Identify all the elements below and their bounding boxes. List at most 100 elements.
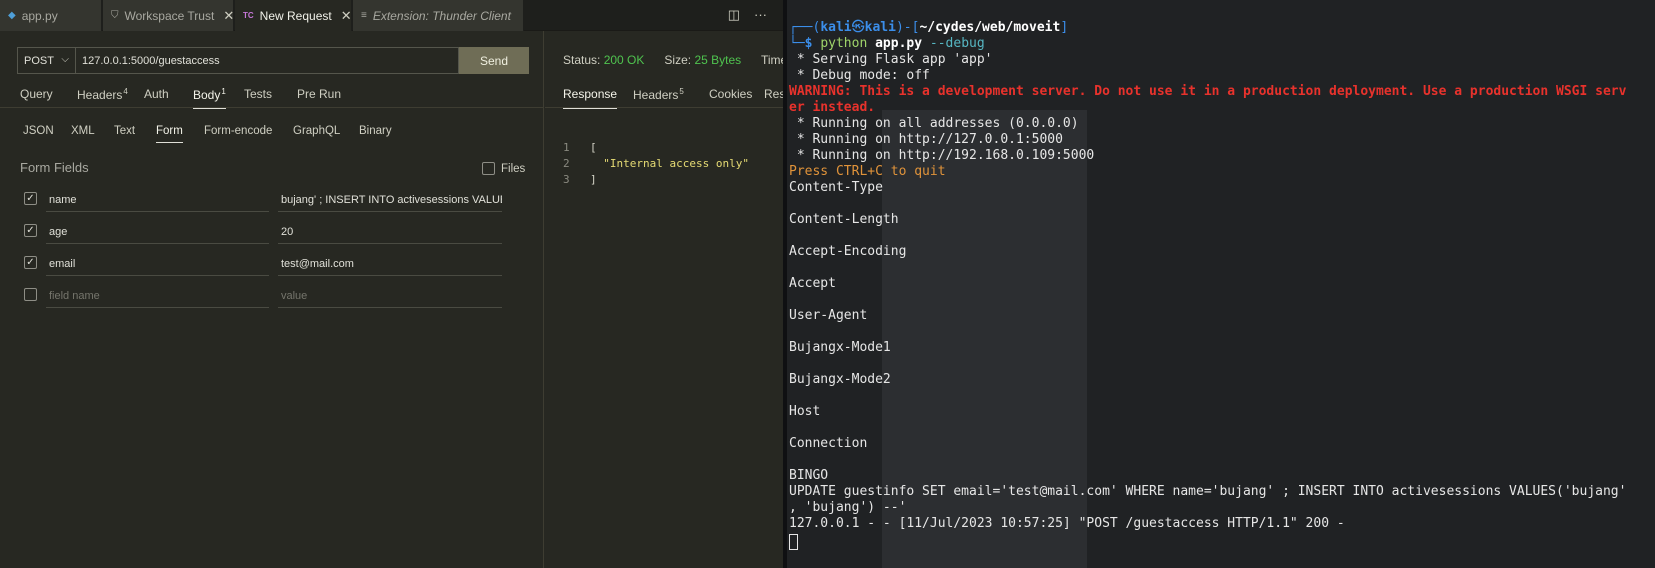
code-line: [ (590, 141, 597, 154)
method-select[interactable]: POST ⌵ (17, 47, 76, 74)
terminal-line: Accept (789, 276, 836, 291)
line-number: 2 (563, 157, 570, 170)
tab-extension-thunder-client[interactable]: ≡ Extension: Thunder Client (353, 0, 524, 31)
status-value: 200 OK (603, 53, 645, 67)
terminal-cursor (789, 534, 798, 550)
tab-pre-run[interactable]: Pre Run (297, 87, 341, 101)
split-editor-icon[interactable]: ◫ (728, 7, 740, 23)
tab-label: Extension: Thunder Client (372, 8, 511, 23)
editor-window: ◆ app.py ⛉ Workspace Trust ✕ TC New Requ… (0, 0, 783, 568)
prompt-line-1: ┌──(kali㉿kali)-[~/cydes/web/moveit] (789, 20, 1069, 35)
new-field-value-input[interactable]: value (278, 285, 502, 308)
field-checkbox[interactable]: ✓ (24, 224, 37, 237)
count-badge: 1 (221, 87, 226, 96)
new-field-name-input[interactable]: field name (46, 285, 269, 308)
divider (545, 107, 783, 108)
field-name-input[interactable]: name (46, 189, 269, 212)
terminal-line: Host (789, 404, 821, 419)
request-tabs: Query Headers4 Auth Body1 Tests Pre Run (20, 87, 544, 109)
tab-tests[interactable]: Tests (244, 87, 272, 101)
terminal-line: Content-Length (789, 212, 899, 227)
field-value-input[interactable]: test@mail.com (278, 253, 502, 276)
code-line: ] (590, 173, 597, 186)
tab-query[interactable]: Query (20, 87, 53, 101)
field-name-input[interactable]: age (46, 221, 269, 244)
tab-label: Response (563, 87, 618, 101)
sql-line: , 'bujang') --' (789, 500, 907, 515)
tab-results[interactable]: Results (764, 87, 783, 101)
terminal-line: Bujangx-Mode2 (789, 372, 891, 387)
body-tab-text[interactable]: Text (114, 125, 135, 137)
terminal-line: * Running on http://127.0.0.1:5000 (789, 132, 1063, 147)
terminal-line: BINGO (789, 468, 829, 483)
terminal-line: * Running on http://192.168.0.109:5000 (789, 148, 1095, 163)
editor-tab-bar: ◆ app.py ⛉ Workspace Trust ✕ TC New Requ… (0, 0, 783, 31)
terminal-line: Content-Type (789, 180, 883, 195)
body-tab-graphql[interactable]: GraphQL (293, 125, 340, 137)
new-field-row: field name value (24, 285, 504, 309)
thunder-client-icon: TC (243, 11, 254, 20)
field-name-input[interactable]: email (46, 253, 269, 276)
chevron-down-icon: ⌵ (61, 54, 69, 65)
body-tab-xml[interactable]: XML (71, 125, 95, 137)
sql-line: UPDATE guestinfo SET email='test@mail.co… (789, 484, 1627, 499)
body-tab-form-encode[interactable]: Form-encode (204, 125, 272, 137)
tab-label: Query (20, 87, 53, 101)
tab-label: Auth (144, 87, 169, 101)
field-value-input[interactable]: 20 (278, 221, 502, 244)
line-number: 3 (563, 173, 570, 186)
field-checkbox[interactable]: ✓ (24, 256, 37, 269)
tab-label: app.py (21, 8, 58, 23)
tab-body[interactable]: Body1 (193, 87, 226, 109)
tab-cookies[interactable]: Cookies (709, 87, 752, 101)
time-label: Time: (760, 53, 783, 67)
tab-response-headers[interactable]: Headers5 (633, 87, 684, 102)
request-panel: POST ⌵ 127.0.0.1:5000/guestaccess Send Q… (0, 31, 544, 568)
form-field-row: ✓ age 20 (24, 221, 504, 245)
response-panel: Status: 200 OK Size: 25 Bytes Time: Resp… (545, 31, 783, 568)
tab-label: Results (764, 87, 783, 101)
tab-label: Tests (244, 87, 273, 101)
tab-workspace-trust[interactable]: ⛉ Workspace Trust ✕ (103, 0, 234, 31)
terminal-line: Accept-Encoding (789, 244, 907, 259)
prompt-flag: --debug (929, 36, 985, 51)
more-actions-icon[interactable]: ··· (754, 7, 767, 23)
tab-auth[interactable]: Auth (144, 87, 169, 101)
tab-label: New Request (259, 8, 332, 23)
close-icon[interactable]: ✕ (223, 8, 234, 24)
send-button[interactable]: Send (459, 47, 529, 74)
body-tab-json[interactable]: JSON (23, 125, 54, 137)
python-icon: ◆ (8, 10, 16, 21)
method-value: POST (24, 54, 54, 67)
field-checkbox[interactable]: ✓ (24, 192, 37, 205)
code-line: "Internal access only" (590, 157, 749, 170)
terminal-line: Bujangx-Mode1 (789, 340, 891, 355)
close-icon[interactable]: ✕ (341, 8, 352, 24)
form-field-row: ✓ email test@mail.com (24, 253, 504, 277)
tab-label: Pre Run (297, 87, 342, 101)
count-badge: 4 (123, 87, 128, 96)
line-number: 1 (563, 141, 570, 154)
url-input[interactable]: 127.0.0.1:5000/guestaccess (76, 47, 459, 74)
tab-app-py[interactable]: ◆ app.py (0, 0, 102, 31)
tab-headers[interactable]: Headers4 (77, 87, 128, 102)
quit-hint: Press CTRL+C to quit (789, 164, 946, 179)
files-label: Files (501, 162, 526, 175)
terminal-line: * Debug mode: off (789, 68, 930, 83)
tab-new-request[interactable]: TC New Request ✕ (235, 0, 352, 31)
tab-response[interactable]: Response (563, 87, 618, 109)
size-value: 25 Bytes (694, 53, 742, 67)
files-checkbox[interactable] (482, 162, 495, 175)
prompt-arg: app.py (875, 36, 923, 51)
divider (0, 107, 544, 108)
editor-actions: ◫ ··· (728, 7, 767, 23)
field-checkbox[interactable] (24, 288, 37, 301)
terminal-line: * Running on all addresses (0.0.0.0) (789, 116, 1079, 131)
status-label: Status: (563, 53, 601, 67)
body-tab-binary[interactable]: Binary (359, 125, 392, 137)
form-field-row: ✓ name bujang' ; INSERT INTO activesessi… (24, 189, 504, 213)
field-value-input[interactable]: bujang' ; INSERT INTO activesessions VAL… (278, 189, 502, 212)
body-tab-form[interactable]: Form (156, 125, 183, 143)
files-toggle[interactable]: Files (482, 162, 525, 175)
terminal-window[interactable]: ┌──(kali㉿kali)-[~/cydes/web/moveit] └─$ … (787, 0, 1655, 568)
